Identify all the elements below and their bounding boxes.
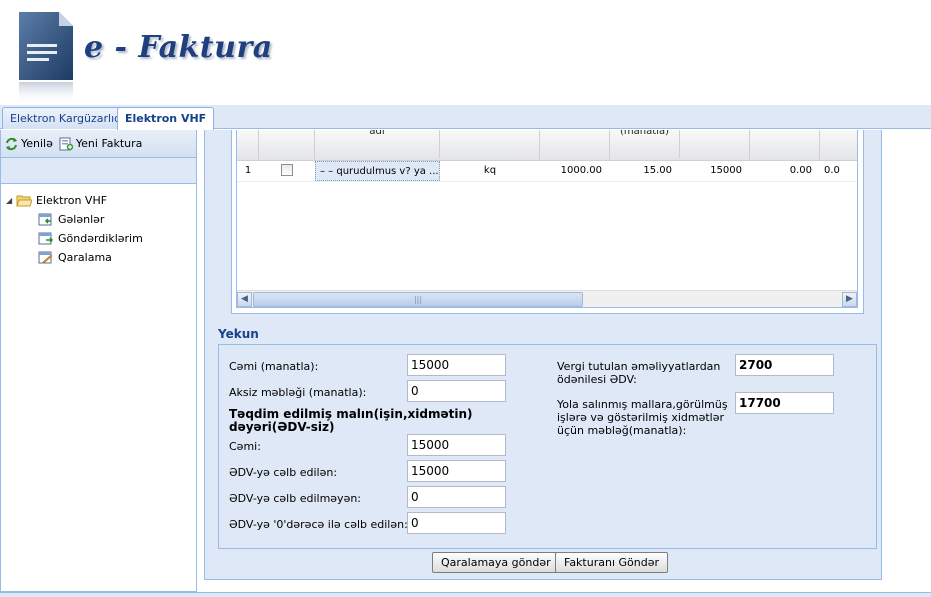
right-margin [883, 130, 931, 592]
grid-header: adı (manatla) [237, 130, 857, 161]
left-panel: Yenilə Yeni Faktura ◢ Elektron VHF Gələn… [0, 130, 197, 592]
grid-col-header-name[interactable]: adı [315, 130, 440, 158]
table-row[interactable]: 1 – – qurudulmus v? ya ... kq 1000.00 15… [237, 161, 857, 182]
folder-tree: ◢ Elektron VHF Gələnlər Göndərdiklərim Q… [1, 184, 196, 267]
grid-col-header[interactable] [540, 130, 610, 161]
tree-item-label: Gələnlər [58, 213, 105, 226]
goods-grid: adı (manatla) 1 – – qurudulmus v? ya ...… [236, 130, 858, 308]
row-checkbox[interactable] [281, 164, 293, 176]
row-select-cell [259, 161, 315, 181]
draft-icon [38, 251, 53, 264]
brand-title: e - Faktura [84, 30, 273, 65]
tab-elektron-karguzarliq[interactable]: Elektron Kargüzarlıq [2, 107, 130, 129]
grid-col-header-price[interactable]: (manatla) [610, 130, 680, 158]
grid-col-header[interactable] [750, 130, 820, 161]
tree-root-label: Elektron VHF [36, 194, 108, 207]
send-to-drafts-button[interactable]: Qaralamaya göndər [432, 552, 560, 573]
grid-col-header[interactable] [820, 130, 857, 161]
grand-total-field[interactable] [735, 392, 834, 414]
new-invoice-button[interactable]: Yeni Faktura [59, 137, 143, 151]
tree-root-elektron-vhf[interactable]: ◢ Elektron VHF [1, 191, 196, 210]
total-label: Cəmi (manatla): [229, 360, 319, 373]
row-quantity[interactable]: 1000.00 [540, 161, 610, 181]
scroll-left-arrow-icon[interactable]: ◀ [237, 292, 252, 307]
goods-value-heading: Təqdim edilmiş malın(işin,xidmətin) dəyə… [229, 407, 473, 434]
vat-zero-rate-field[interactable] [407, 512, 506, 534]
new-document-icon [59, 137, 74, 150]
horizontal-scrollbar[interactable]: ◀ ||| ▶ [237, 290, 857, 307]
tree-item-label: Qaralama [58, 251, 112, 264]
vat-taxable-label: ƏDV-yə cəlb edilən: [229, 466, 338, 479]
folder-open-icon [16, 195, 32, 207]
refresh-label: Yenilə [21, 137, 53, 150]
tree-item-qaralama[interactable]: Qaralama [1, 248, 196, 267]
subtotal-label: Cəmi: [229, 440, 261, 453]
row-value[interactable]: 0.00 [750, 161, 820, 181]
row-amount[interactable]: 15000 [680, 161, 750, 181]
excise-label: Aksiz məbləği (manatla): [229, 386, 367, 399]
vat-exempt-field[interactable] [407, 486, 506, 508]
vat-payable-field[interactable] [735, 354, 834, 376]
vat-taxable-field[interactable] [407, 460, 506, 482]
row-number: 1 [244, 165, 252, 176]
collapse-arrow-icon[interactable]: ◢ [6, 196, 16, 205]
send-invoice-button[interactable]: Fakturanı Göndər [555, 552, 668, 573]
scroll-right-arrow-icon[interactable]: ▶ [842, 292, 857, 307]
subtotal-field[interactable] [407, 434, 506, 456]
grid-col-header [237, 130, 259, 161]
inbox-icon [38, 213, 52, 226]
excise-field[interactable] [407, 380, 506, 402]
tab-bar: Elektron Kargüzarlıq Elektron VHF [0, 105, 931, 130]
grand-total-label: Yola salınmış mallara,görülmüş işlərə və… [557, 398, 728, 437]
refresh-icon [6, 137, 17, 150]
left-subheader [1, 158, 196, 184]
invoice-form-panel: adı (manatla) 1 – – qurudulmus v? ya ...… [204, 130, 882, 580]
summary-title: Yekun [218, 327, 259, 341]
document-logo-icon [19, 12, 73, 104]
vat-payable-label: Vergi tutulan əməliyyatlardan ödənilesi … [557, 360, 721, 386]
outbox-icon [38, 232, 54, 245]
grid-col-header [259, 130, 315, 161]
row-unit[interactable]: kq [440, 161, 540, 181]
vat-zero-rate-label: ƏDV-yə '0'dərəcə ilə cəlb edilən: [229, 518, 408, 531]
scroll-thumb[interactable]: ||| [253, 292, 583, 307]
tree-item-gonderdiklerim[interactable]: Göndərdiklərim [1, 229, 196, 248]
grid-col-header[interactable] [440, 130, 540, 161]
bottom-bar [0, 592, 931, 597]
refresh-button[interactable]: Yenilə [4, 137, 53, 151]
row-price[interactable]: 15.00 [610, 161, 680, 181]
tree-item-gelenler[interactable]: Gələnlər [1, 210, 196, 229]
left-toolbar: Yenilə Yeni Faktura [1, 130, 196, 158]
app-header: e - Faktura [0, 0, 931, 104]
total-field[interactable] [407, 354, 506, 376]
summary-fieldset: Cəmi (manatla): Aksiz məbləği (manatla):… [218, 344, 877, 549]
row-product-name[interactable]: – – qurudulmus v? ya ... [315, 161, 440, 181]
new-invoice-label: Yeni Faktura [75, 137, 143, 150]
tree-item-label: Göndərdiklərim [58, 232, 143, 245]
grid-container: adı (manatla) 1 – – qurudulmus v? ya ...… [231, 130, 864, 314]
row-value[interactable]: 0.0 [820, 161, 857, 181]
tab-elektron-vhf[interactable]: Elektron VHF [117, 107, 215, 130]
vat-exempt-label: ƏDV-yə cəlb edilməyən: [229, 492, 362, 505]
grid-col-header[interactable] [680, 130, 750, 161]
